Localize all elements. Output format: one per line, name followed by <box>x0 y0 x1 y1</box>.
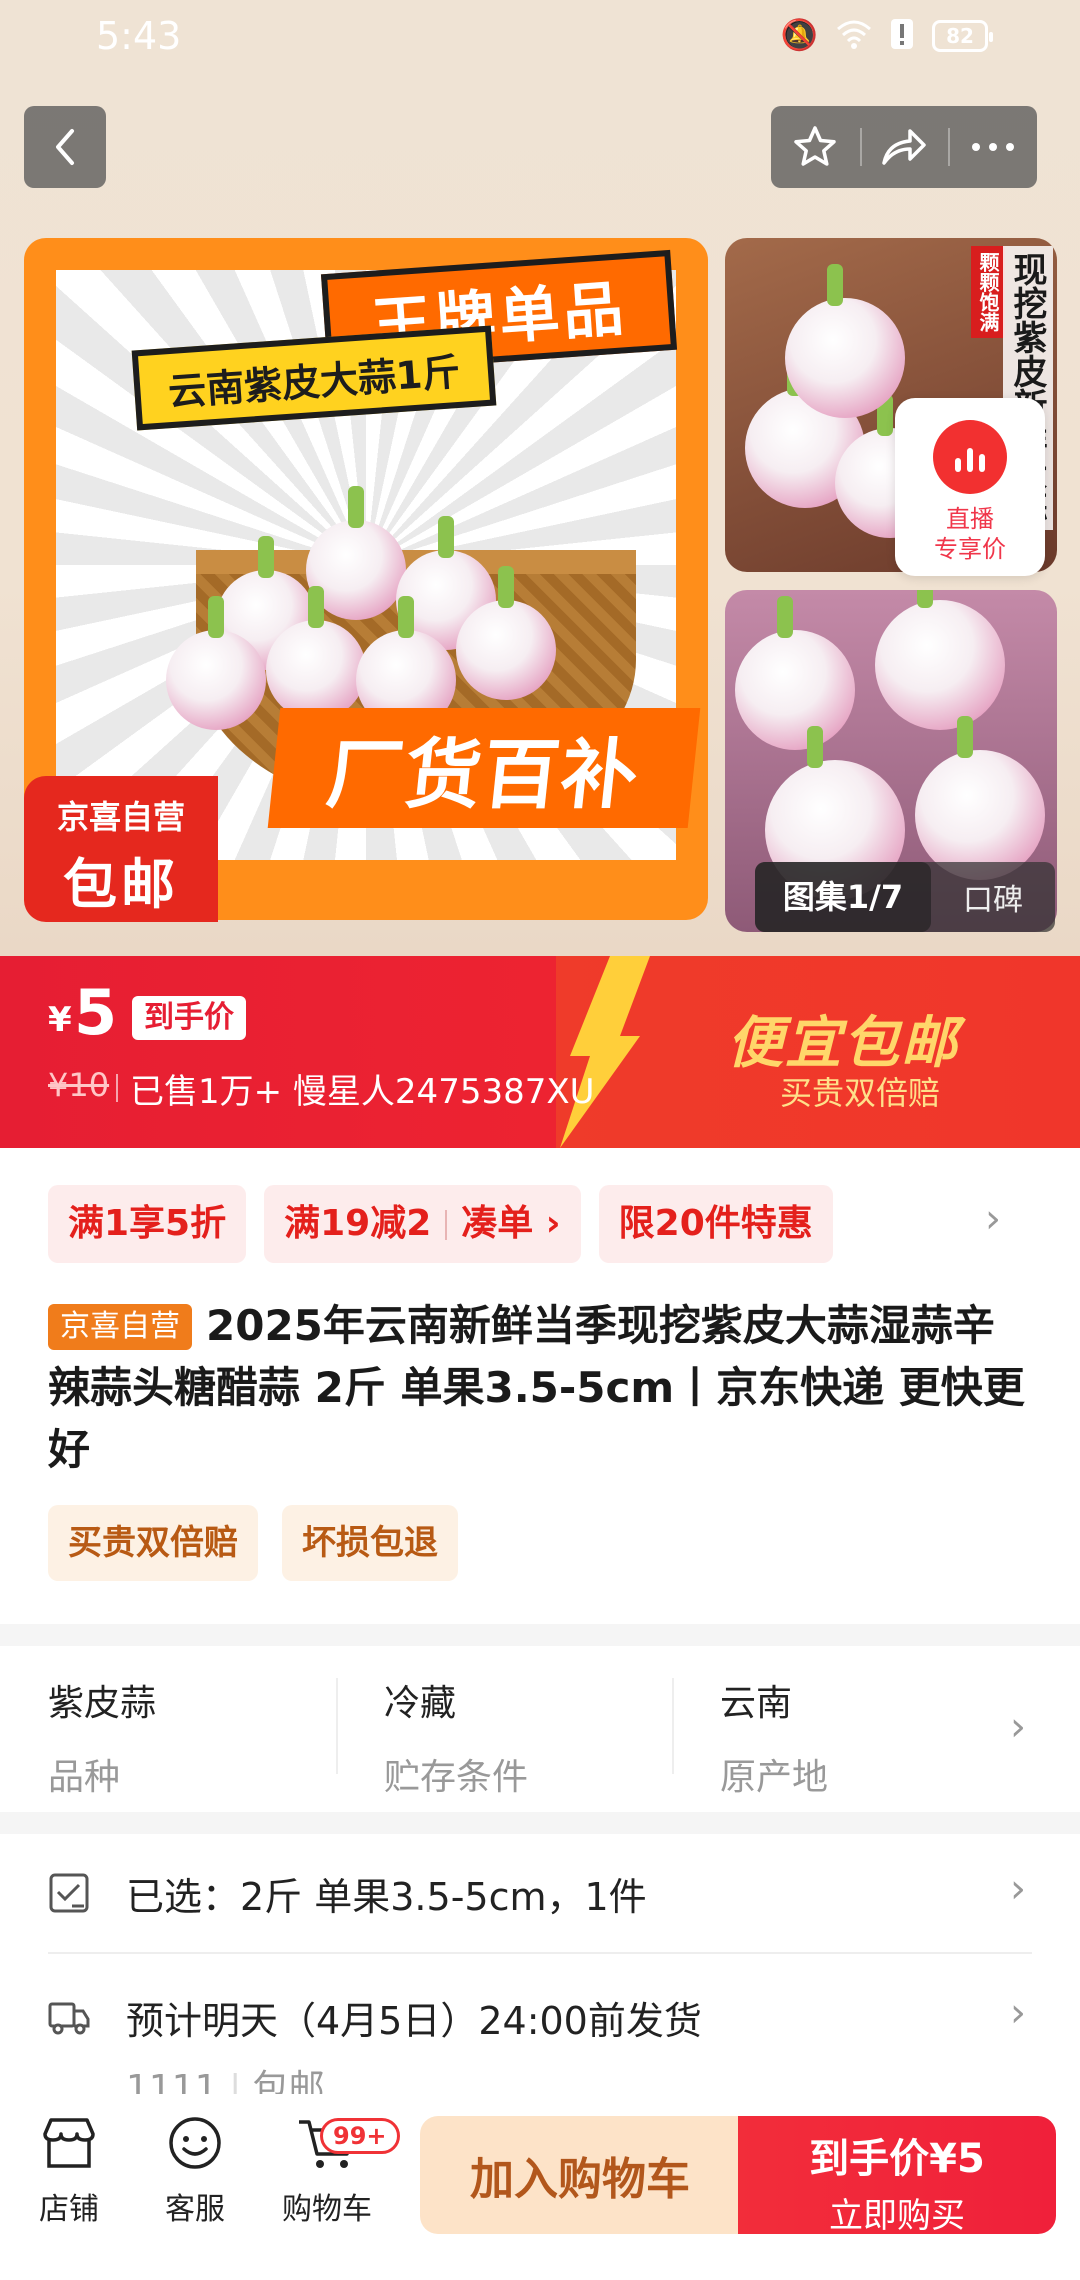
status-icons: 🔕 82 <box>780 18 993 54</box>
price-value: 5 <box>74 976 118 1049</box>
customer-service-button[interactable]: 客服 <box>140 2116 250 2228</box>
back-button[interactable] <box>24 106 106 188</box>
share-button[interactable] <box>859 106 949 188</box>
reviews-tab[interactable]: 口碑 <box>931 875 1055 919</box>
buy-price-label: 到手价¥5 <box>809 2136 985 2182</box>
chevron-right-icon[interactable]: › <box>1010 1866 1026 1912</box>
garlic-bulb-graphic <box>456 566 556 700</box>
delivery-truck-icon <box>48 2002 90 2035</box>
store-label: 店铺 <box>39 2192 99 2227</box>
row-divider <box>48 1952 1032 1954</box>
top-action-group <box>771 106 1037 188</box>
section-divider <box>0 1812 1080 1834</box>
coupon-label: 满19减2 <box>284 1203 432 1244</box>
coupon-action[interactable]: 凑单 › <box>461 1203 560 1244</box>
attr-key: 贮存条件 <box>384 1757 529 1798</box>
garlic-bulb-graphic <box>266 586 366 720</box>
service-chips: 买贵双倍赔 坏损包退 <box>48 1505 458 1581</box>
store-button[interactable]: 店铺 <box>14 2116 124 2228</box>
status-bar: 5:43 🔕 82 <box>0 0 1080 72</box>
thumbnail-red-tag: 颗颗饱满 <box>971 246 1005 338</box>
garlic-bulb-graphic <box>785 264 905 418</box>
garlic-bulb-graphic <box>875 590 1005 730</box>
battery-icon: 82 <box>932 20 993 52</box>
badge-line2: 包邮 <box>63 853 179 916</box>
live-label-1: 直播 <box>946 505 994 533</box>
shipping-text-block: 预计明天（4月5日）24:00前发货 1111 | 包邮 <box>126 1990 702 2111</box>
attr-storage: 冷藏 贮存条件 <box>336 1648 672 1806</box>
selection-text: 已选：2斤 单果3.5-5cm，1件 <box>126 1875 647 1919</box>
alert-icon <box>890 18 914 54</box>
customer-service-label: 客服 <box>165 2192 225 2227</box>
attr-key: 品种 <box>48 1757 121 1798</box>
slogan-main: 便宜包邮 <box>727 1011 959 1076</box>
banner-bottom-text: 厂货百补 <box>267 708 701 828</box>
live-price-card[interactable]: 直播 专享价 <box>895 398 1045 576</box>
mute-bell-icon: 🔕 <box>780 18 818 53</box>
coupon-label: 满1享5折 <box>68 1203 227 1244</box>
shipping-row[interactable]: 预计明天（4月5日）24:00前发货 1111 | 包邮 <box>48 1990 1033 2111</box>
badge-line1: 京喜自营 <box>56 798 185 836</box>
product-title: 2025年云南新鲜当季现挖紫皮大蒜湿蒜辛辣蒜头糖醋蒜 2斤 单果3.5-5cm丨… <box>48 1301 1025 1474</box>
attr-key: 原产地 <box>720 1757 829 1798</box>
attr-value: 紫皮蒜 <box>48 1683 157 1724</box>
section-divider <box>0 1624 1080 1646</box>
jingxi-free-shipping-badge: 京喜自营 包邮 <box>24 776 218 922</box>
add-to-cart-button[interactable]: 加入购物车 <box>420 2116 740 2234</box>
product-detail-page: 5:43 🔕 82 王牌单品 云南紫皮大蒜1斤 厂货百补 京喜自营 包邮 颗颗饱… <box>0 0 1080 2280</box>
store-icon <box>43 2118 95 2168</box>
coupon-1[interactable]: 满1享5折 <box>48 1185 247 1263</box>
chevron-right-icon[interactable]: › <box>985 1196 1001 1242</box>
product-title-block: 京喜自营 2025年云南新鲜当季现挖紫皮大蒜湿蒜辛辣蒜头糖醋蒜 2斤 单果3.5-… <box>48 1295 1028 1481</box>
wifi-icon <box>836 19 872 53</box>
star-icon <box>794 126 837 166</box>
sold-info: 已售1万+ 慢星人2475387XU <box>116 1064 595 1113</box>
price-tag: 到手价 <box>132 996 246 1040</box>
more-button[interactable] <box>948 106 1037 188</box>
attr-variety: 紫皮蒜 品种 <box>0 1648 336 1806</box>
buy-now-button[interactable]: 到手价¥5 立即购买 <box>738 2116 1056 2236</box>
cart-count-badge: 99+ <box>320 2118 400 2154</box>
attr-value: 云南 <box>720 1683 793 1724</box>
buy-now-label: 立即购买 <box>829 2196 965 2236</box>
attr-value: 冷藏 <box>384 1683 457 1724</box>
share-icon <box>882 129 926 165</box>
live-icon <box>933 420 1007 494</box>
attr-origin: 云南 原产地 <box>672 1648 1008 1806</box>
original-price: ¥10 <box>48 1066 110 1104</box>
garlic-bulb-graphic <box>915 716 1045 880</box>
coupon-row: 满1享5折 满19减2 凑单 › 限20件特惠 <box>48 1185 833 1263</box>
shipping-text: 预计明天（4月5日）24:00前发货 <box>126 1999 702 2043</box>
selection-row[interactable]: 已选：2斤 单果3.5-5cm，1件 <box>48 1866 1033 1921</box>
hero-section: 5:43 🔕 82 王牌单品 云南紫皮大蒜1斤 厂货百补 京喜自营 包邮 颗颗饱… <box>0 0 1080 960</box>
live-label-2: 专享价 <box>934 535 1006 563</box>
customer-service-icon <box>169 2117 221 2169</box>
favorite-button[interactable] <box>771 106 860 188</box>
coupon-3[interactable]: 限20件特惠 <box>598 1185 833 1263</box>
chip-double-refund[interactable]: 买贵双倍赔 <box>48 1505 258 1581</box>
status-time: 5:43 <box>96 14 182 58</box>
chevron-right-icon[interactable]: › <box>1010 1990 1026 2036</box>
garlic-bulb-graphic <box>166 596 266 730</box>
attributes-row[interactable]: 紫皮蒜 品种 冷藏 贮存条件 云南 原产地 <box>0 1648 1080 1806</box>
slogan-sub: 买贵双倍赔 <box>780 1074 941 1112</box>
selected-spec-icon <box>49 1873 89 1913</box>
chevron-left-icon <box>56 129 74 165</box>
gallery-tab[interactable]: 图集1/7 <box>755 862 931 932</box>
price-banner: ¥ 5 到手价 ¥10 已售1万+ 慢星人2475387XU 便宜包邮 买贵双倍… <box>0 956 1080 1148</box>
gallery-bar: 图集1/7 口碑 <box>755 862 1055 932</box>
chip-damage-return[interactable]: 坏损包退 <box>282 1505 458 1581</box>
store-tag: 京喜自营 <box>48 1304 192 1350</box>
coupon-label: 限20件特惠 <box>618 1203 813 1244</box>
more-dots-icon <box>971 143 1014 151</box>
cart-label: 购物车 <box>282 2192 372 2227</box>
garlic-bulb-graphic <box>735 596 855 750</box>
coupon-2[interactable]: 满19减2 凑单 › <box>264 1185 581 1263</box>
lightning-bolt-icon <box>560 956 650 1148</box>
price-currency: ¥ <box>48 1000 72 1040</box>
chevron-right-icon[interactable]: › <box>1010 1704 1026 1750</box>
